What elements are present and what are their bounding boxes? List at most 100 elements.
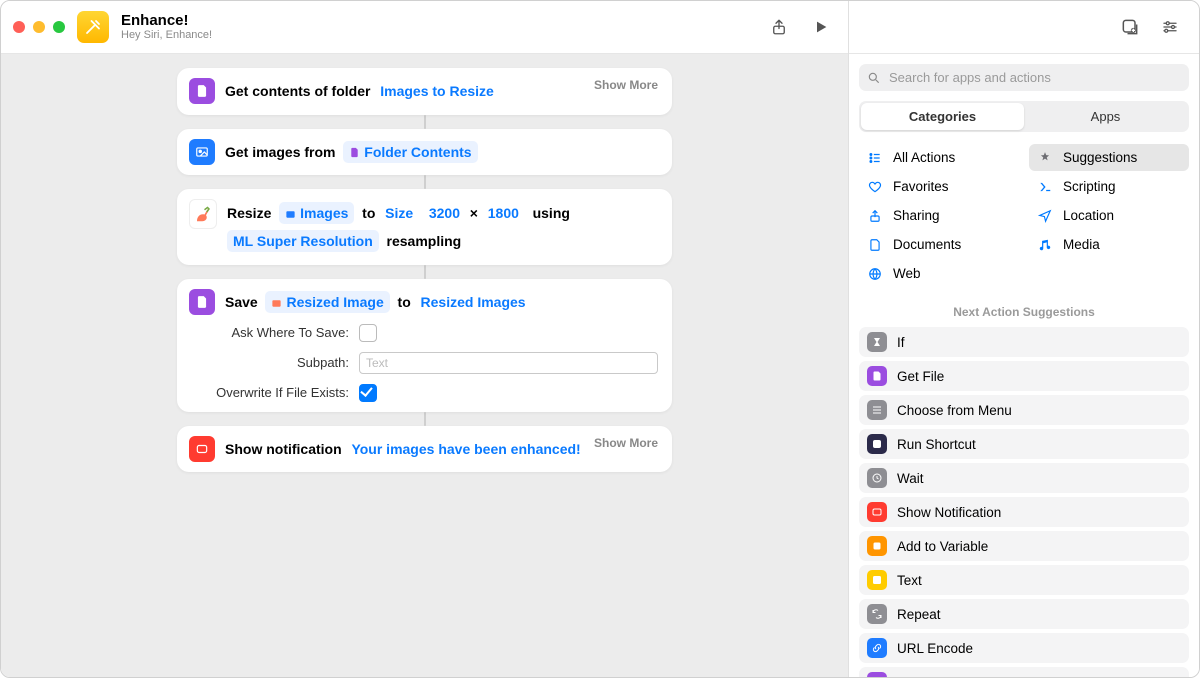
close-button[interactable] (13, 21, 25, 33)
label-get-images: Get images from (225, 144, 335, 160)
param-size-mode[interactable]: Size (383, 202, 415, 224)
library-search[interactable] (859, 64, 1189, 91)
play-icon (813, 19, 829, 35)
library-segmented-control[interactable]: Categories Apps (859, 101, 1189, 132)
label-to: to (362, 205, 375, 221)
action-params: Ask Where To Save: Subpath: Overwrite If… (189, 324, 658, 402)
checkbox-overwrite[interactable] (359, 384, 377, 402)
category-grid: All Actions Suggestions Favorites Scripting… (859, 144, 1189, 287)
share-button[interactable] (764, 14, 794, 40)
show-more-button[interactable]: Show More (594, 78, 658, 92)
param-images[interactable]: Images (279, 202, 354, 224)
param-destination[interactable]: Resized Images (419, 291, 528, 313)
suggestion-icon (867, 570, 887, 590)
label-save: Save (225, 294, 258, 310)
suggestion-choose-from-menu[interactable]: Choose from Menu (859, 395, 1189, 425)
category-label: Scripting (1063, 179, 1116, 194)
suggestions-heading: Next Action Suggestions (859, 305, 1189, 319)
minimize-button[interactable] (33, 21, 45, 33)
label-ask-where: Ask Where To Save: (189, 325, 349, 340)
action-resize-image[interactable]: Resize Images to Size 3200 × 1800 (177, 189, 672, 265)
suggestion-show-notification[interactable]: Show Notification (859, 497, 1189, 527)
category-icon (1037, 209, 1053, 223)
connector (424, 115, 426, 129)
category-label: Location (1063, 208, 1114, 223)
file-icon (349, 147, 360, 158)
category-all-actions[interactable]: All Actions (859, 144, 1019, 171)
suggestion-get-file[interactable]: Get File (859, 361, 1189, 391)
param-message[interactable]: Your images have been enhanced! (349, 438, 582, 460)
titlebar: Enhance! Hey Siri, Enhance! (1, 1, 848, 54)
action-get-contents-of-folder[interactable]: Show More Get contents of folder Images … (177, 68, 672, 115)
show-more-button[interactable]: Show More (594, 436, 658, 450)
category-location[interactable]: Location (1029, 202, 1189, 229)
label-subpath: Subpath: (189, 355, 349, 370)
suggestion-save-file[interactable]: Save File (859, 667, 1189, 677)
param-source[interactable]: Folder Contents (343, 141, 477, 163)
category-media[interactable]: Media (1029, 231, 1189, 258)
category-icon (867, 267, 883, 281)
label-resize: Resize (227, 205, 271, 221)
category-scripting[interactable]: Scripting (1029, 173, 1189, 200)
action-text: Get contents of folder Images to Resize (225, 78, 496, 105)
suggestion-label: If (897, 335, 905, 350)
search-icon (867, 71, 881, 85)
suggestion-icon (867, 502, 887, 522)
param-input[interactable]: Resized Image (265, 291, 389, 313)
action-save-file[interactable]: Save Resized Image to Resized Images (177, 279, 672, 412)
category-web[interactable]: Web (859, 260, 1019, 287)
seg-categories[interactable]: Categories (861, 103, 1024, 130)
shortcut-details-button[interactable] (1115, 14, 1145, 40)
action-get-images-from-input[interactable]: Get images from Folder Contents (177, 129, 672, 176)
search-input[interactable] (887, 69, 1181, 86)
param-height[interactable]: 1800 (486, 202, 521, 224)
input-subpath[interactable] (359, 352, 658, 374)
library-pane: Categories Apps All Actions Suggestions Fa… (848, 1, 1199, 677)
label-using: using (533, 205, 570, 221)
suggestion-if[interactable]: If (859, 327, 1189, 357)
label-times: × (470, 205, 478, 221)
settings-button[interactable] (1155, 14, 1185, 40)
category-suggestions[interactable]: Suggestions (1029, 144, 1189, 171)
window-controls (13, 21, 65, 33)
label-get-contents: Get contents of folder (225, 83, 370, 99)
shortcut-title[interactable]: Enhance! (121, 12, 212, 29)
action-text: Get images from Folder Contents (225, 139, 478, 166)
suggestion-text[interactable]: Text (859, 565, 1189, 595)
run-button[interactable] (806, 14, 836, 40)
category-sharing[interactable]: Sharing (859, 202, 1019, 229)
image-variable-icon (271, 298, 282, 309)
label-to: to (398, 294, 411, 310)
action-show-notification[interactable]: Show More Show notification Your images … (177, 426, 672, 473)
suggestion-url-encode[interactable]: URL Encode (859, 633, 1189, 663)
suggestion-icon (867, 332, 887, 352)
category-icon (1037, 180, 1053, 194)
suggestion-add-to-variable[interactable]: Add to Variable (859, 531, 1189, 561)
suggestion-run-shortcut[interactable]: Run Shortcut (859, 429, 1189, 459)
connector (424, 412, 426, 426)
param-resample-method[interactable]: ML Super Resolution (227, 230, 379, 252)
suggestion-label: URL Encode (897, 641, 973, 656)
suggestion-label: Wait (897, 471, 924, 486)
checkbox-ask-where[interactable] (359, 324, 377, 342)
suggestion-wait[interactable]: Wait (859, 463, 1189, 493)
notification-app-icon (189, 436, 215, 462)
suggestion-icon (867, 366, 887, 386)
connector (424, 265, 426, 279)
workflow-canvas[interactable]: Show More Get contents of folder Images … (1, 54, 848, 677)
label-overwrite: Overwrite If File Exists: (189, 385, 349, 400)
shortcuts-editor-window: Enhance! Hey Siri, Enhance! Show More (0, 0, 1200, 678)
label-resampling: resampling (387, 233, 462, 249)
param-width[interactable]: 3200 (427, 202, 462, 224)
zoom-button[interactable] (53, 21, 65, 33)
category-favorites[interactable]: Favorites (859, 173, 1019, 200)
suggestion-repeat[interactable]: Repeat (859, 599, 1189, 629)
main-pane: Enhance! Hey Siri, Enhance! Show More (1, 1, 848, 677)
seg-apps[interactable]: Apps (1024, 103, 1187, 130)
param-folder[interactable]: Images to Resize (378, 80, 496, 102)
suggestion-label: Choose from Menu (897, 403, 1012, 418)
category-documents[interactable]: Documents (859, 231, 1019, 258)
suggestion-label: Repeat (897, 607, 941, 622)
category-label: Documents (893, 237, 961, 252)
suggestion-label: Save File (897, 675, 953, 678)
